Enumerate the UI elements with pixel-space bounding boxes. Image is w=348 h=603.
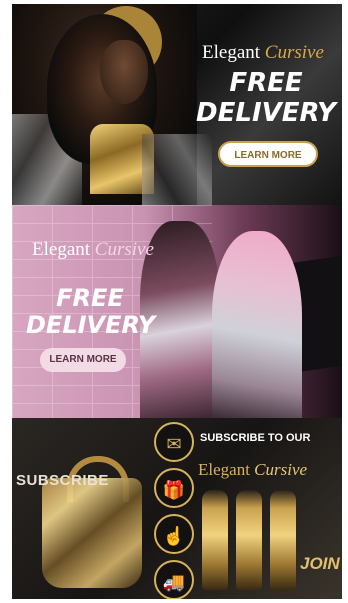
model-face [100,40,148,104]
gold-bag-photo [42,478,142,588]
brand-logo: Elegant Cursive [198,460,307,480]
subscribe-label: SUBSCRIBE [16,472,109,489]
headline: FREE DELIVERY [196,68,336,128]
banner-free-delivery-pink: Elegant Cursive FREE DELIVERY LEARN MORE [12,205,342,418]
brand-script: Cursive [264,42,324,63]
banner-free-delivery-gold: Elegant Cursive FREE DELIVERY LEARN MORE [12,4,342,205]
learn-more-button[interactable]: LEARN MORE [40,348,126,372]
banner-collage: Elegant Cursive FREE DELIVERY LEARN MORE… [12,4,342,599]
brand-logo: Elegant Cursive [32,239,154,261]
brand-word: Elegant [32,239,91,260]
headline-line2: DELIVERY [26,311,156,339]
model-figure [236,490,262,590]
model-photo-right [212,231,302,418]
feature-icons: ✉ 🎁 ☝ 🚚 [154,420,198,599]
brand-script: Cursive [94,239,154,260]
models-group-photo [202,490,302,590]
brand-word: Elegant [198,460,250,479]
brand-script: Cursive [254,460,308,479]
banner-subscribe: SUBSCRIBE ✉ 🎁 ☝ 🚚 SUBSCRIBE TO OUR Elega… [12,418,342,599]
brand-logo: Elegant Cursive [202,42,324,64]
headline-line2: DELIVERY [196,98,336,128]
headline-line1: FREE [229,68,303,98]
model-figure [202,490,228,590]
buy-now-icon: ☝ [154,514,194,554]
subscribe-headline: SUBSCRIBE TO OUR [200,432,311,444]
join-button[interactable]: JOIN [300,554,340,574]
gift-sale-icon: 🎁 [154,468,194,508]
newsletter-icon: ✉ [154,422,194,462]
delivery-truck-icon: 🚚 [154,560,194,599]
model-figure [270,490,296,590]
brand-word: Elegant [202,42,261,63]
headline-line1: FREE [56,284,124,312]
foil-decoration [142,134,212,205]
learn-more-button[interactable]: LEARN MORE [218,141,318,167]
headline: FREE DELIVERY [26,284,156,339]
